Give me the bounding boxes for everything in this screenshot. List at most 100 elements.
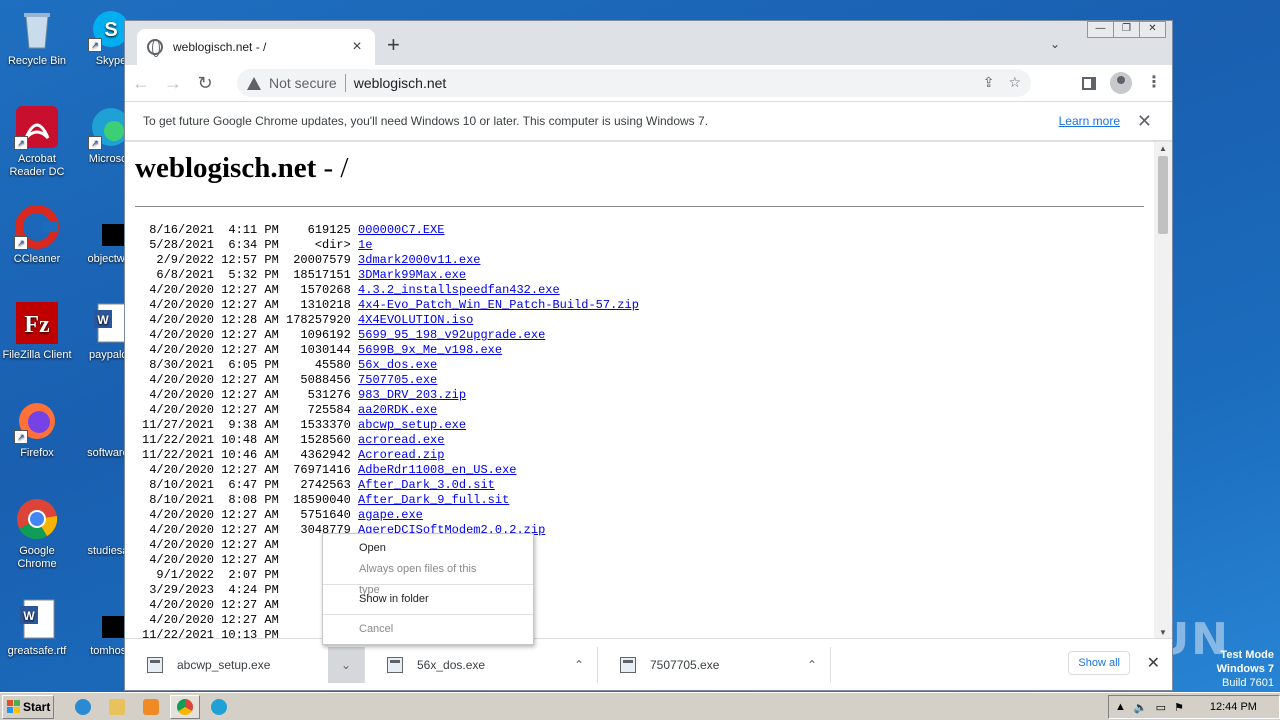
infobar-message: To get future Google Chrome updates, you… <box>143 114 709 128</box>
menu-item-open[interactable]: Open <box>323 538 533 559</box>
listing-row: 8/10/2021 6:47 PM 2742563 After_Dark_3.0… <box>142 478 1155 493</box>
file-link[interactable]: After_Dark_9_full.sit <box>358 493 509 507</box>
download-shelf: abcwp_setup.exe ⌄ 56x_dos.exe ⌃ 7507705.… <box>125 638 1172 690</box>
download-menu-chevron-icon[interactable]: ⌃ <box>794 647 830 683</box>
security-label[interactable]: Not secure <box>269 75 337 91</box>
desktop-icon-acrobat[interactable]: ↗ Acrobat Reader DC <box>0 104 74 179</box>
listing-meta: 4/20/2020 12:27 AM 1570268 <box>142 283 359 297</box>
download-filename: 7507705.exe <box>650 657 720 672</box>
system-tray: ▲ 🔈 ▭ ⚑ 12:44 PM <box>1108 695 1280 719</box>
network-icon[interactable]: ▭ <box>1156 701 1166 714</box>
file-link[interactable]: 1e <box>358 238 372 252</box>
back-button[interactable]: ← <box>125 73 157 94</box>
listing-row: 4/20/2020 12:27 AM 466 <box>142 553 1155 568</box>
menu-item-show-in-folder[interactable]: Show in folder <box>323 589 533 610</box>
new-tab-button[interactable]: + <box>387 34 400 56</box>
globe-icon <box>147 39 163 57</box>
forward-button[interactable]: → <box>157 73 189 94</box>
listing-meta: 6/8/2021 5:32 PM 18517151 <box>142 268 359 282</box>
file-link[interactable]: agape.exe <box>358 508 423 522</box>
bookmark-star-icon[interactable]: ☆ <box>1008 74 1021 91</box>
desktop-icon-chrome[interactable]: Google Chrome <box>0 496 74 571</box>
learn-more-link[interactable]: Learn more <box>1059 114 1120 128</box>
file-link[interactable]: 4.3.2_installspeedfan432.exe <box>358 283 560 297</box>
tab-active[interactable]: weblogisch.net - / × <box>137 29 375 65</box>
download-item[interactable]: 56x_dos.exe ⌃ <box>365 646 598 683</box>
warning-icon <box>247 76 261 90</box>
listing-meta: 4/20/2020 12:27 AM 725584 <box>142 403 359 417</box>
listing-row: 4/20/2020 12:27 AM 1096192 5699_95_198_v… <box>142 328 1155 343</box>
volume-icon[interactable]: 🔈 <box>1134 701 1148 714</box>
tab-close-icon[interactable]: × <box>349 38 365 56</box>
file-link[interactable]: AdbeRdr11008_en_US.exe <box>358 463 516 477</box>
reload-button[interactable]: ↻ <box>189 73 221 94</box>
desktop-icon-greatsafe[interactable]: W greatsafe.rtf <box>0 596 74 658</box>
scroll-down-arrow-icon[interactable]: ▼ <box>1159 628 1167 637</box>
download-item[interactable]: abcwp_setup.exe ⌄ <box>125 646 365 683</box>
file-link[interactable]: 56x_dos.exe <box>358 358 437 372</box>
download-menu-chevron-icon[interactable]: ⌃ <box>561 647 597 683</box>
desktop-icon-firefox[interactable]: ↗ Firefox <box>0 398 74 460</box>
minimize-button[interactable]: — <box>1087 21 1114 38</box>
listing-row: 4/20/2020 12:27 AM 5088456 7507705.exe <box>142 373 1155 388</box>
profile-avatar[interactable] <box>1110 72 1132 94</box>
file-link[interactable]: 3dmark2000v11.exe <box>358 253 480 267</box>
maximize-button[interactable]: ❐ <box>1113 21 1140 38</box>
file-link[interactable]: 3DMark99Max.exe <box>358 268 466 282</box>
vertical-scrollbar[interactable]: ▲ ▼ <box>1154 142 1172 639</box>
file-link[interactable]: Acroread.zip <box>358 448 444 462</box>
file-link[interactable]: acroread.exe <box>358 433 444 447</box>
url-text[interactable]: weblogisch.net <box>354 75 447 91</box>
taskbar-media-player-icon[interactable] <box>136 695 166 719</box>
infobar-close-icon[interactable]: ✕ <box>1137 111 1152 132</box>
menu-item-always-open[interactable]: Always open files of this type <box>323 559 533 596</box>
scroll-up-arrow-icon[interactable]: ▲ <box>1159 144 1167 153</box>
shelf-close-icon[interactable]: ✕ <box>1147 653 1160 673</box>
listing-row: 6/8/2021 5:32 PM 18517151 3DMark99Max.ex… <box>142 268 1155 283</box>
file-link[interactable]: 5699_95_198_v92upgrade.exe <box>358 328 545 342</box>
start-button[interactable]: Start <box>2 694 54 719</box>
file-link[interactable]: 983_DRV_203.zip <box>358 388 466 402</box>
file-link[interactable]: aa20RDK.exe <box>358 403 437 417</box>
taskbar-explorer-icon[interactable] <box>102 695 132 719</box>
file-link[interactable]: After_Dark_3.0d.sit <box>358 478 495 492</box>
desktop-icon-filezilla[interactable]: Fz FileZilla Client <box>0 300 74 362</box>
file-link[interactable]: 000000C7.EXE <box>358 223 444 237</box>
desktop-icon-ccleaner[interactable]: ↗ CCleaner <box>0 204 74 266</box>
page-content: weblogisch.net - / 8/16/2021 4:11 PM 619… <box>125 142 1155 639</box>
listing-row: 4/20/2020 12:27 AM 531276 983_DRV_203.zi… <box>142 388 1155 403</box>
listing-row: 4/20/2020 12:27 AM 149 <box>142 613 1155 628</box>
file-link[interactable]: 4X4EVOLUTION.iso <box>358 313 473 327</box>
scrollbar-thumb[interactable] <box>1158 156 1168 234</box>
listing-meta: 4/20/2020 12:27 AM 1096192 <box>142 328 359 342</box>
close-window-button[interactable]: ✕ <box>1139 21 1166 38</box>
side-panel-icon[interactable] <box>1082 76 1096 90</box>
show-all-button[interactable]: Show all <box>1068 651 1130 675</box>
share-icon[interactable]: ⇪ <box>983 74 995 91</box>
action-center-flag-icon[interactable]: ⚑ <box>1174 701 1184 714</box>
file-link[interactable]: 5699B_9x_Me_v198.exe <box>358 343 502 357</box>
word-doc-icon: W <box>14 596 60 642</box>
taskbar-ie-icon[interactable] <box>68 695 98 719</box>
taskbar-edge-icon[interactable] <box>204 695 234 719</box>
tray-expand-icon[interactable]: ▲ <box>1115 701 1126 713</box>
desktop-icon-recycle-bin[interactable]: Recycle Bin <box>0 6 74 68</box>
directory-listing: 8/16/2021 4:11 PM 619125 000000C7.EXE 5/… <box>142 223 1155 639</box>
menu-kebab-icon[interactable]: ⋮ <box>1146 75 1162 91</box>
menu-item-cancel[interactable]: Cancel <box>323 619 533 640</box>
tab-title: weblogisch.net - / <box>173 40 267 54</box>
toolbar: ← → ↻ Not secure weblogisch.net ⇪ ☆ ⋮ <box>125 65 1172 101</box>
tab-search-chevron-icon[interactable]: ⌄ <box>1050 37 1060 51</box>
listing-meta: 4/20/2020 12:27 AM 1030144 <box>142 343 359 357</box>
file-link[interactable]: 4x4-Evo_Patch_Win_EN_Patch-Build-57.zip <box>358 298 639 312</box>
file-link[interactable]: 7507705.exe <box>358 373 437 387</box>
listing-meta: 8/10/2021 6:47 PM 2742563 <box>142 478 359 492</box>
file-link[interactable]: abcwp_setup.exe <box>358 418 466 432</box>
taskbar-chrome-icon[interactable] <box>170 694 200 719</box>
clock[interactable]: 12:44 PM <box>1210 701 1257 713</box>
download-menu-chevron-icon[interactable]: ⌄ <box>328 646 364 683</box>
address-bar[interactable]: Not secure weblogisch.net ⇪ ☆ <box>237 69 1031 97</box>
download-item[interactable]: 7507705.exe ⌃ <box>598 646 831 683</box>
listing-meta: 8/16/2021 4:11 PM 619125 <box>142 223 359 237</box>
svg-text:W: W <box>97 313 109 327</box>
